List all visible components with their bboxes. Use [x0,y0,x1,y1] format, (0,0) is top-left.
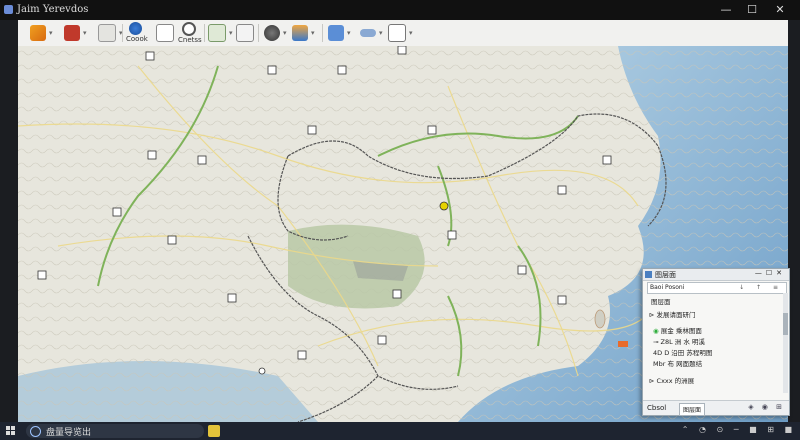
expand-button[interactable]: ▾ [98,22,123,44]
taskbar-search[interactable]: 盘量导览出 [26,424,204,438]
grid-icon [328,25,344,41]
expand-arrow-icon: ⊳ [649,377,655,385]
list-item-prefix: 4D [653,349,663,357]
upload-button[interactable]: ▾ [292,22,315,44]
options-icon [388,24,406,42]
layers-icon [64,25,80,41]
list-item-label: 发展请面研门 [656,311,696,319]
title-bar: Jaim Yerevdos — ☐ ✕ [0,0,800,20]
chevron-down-icon: ▾ [379,29,383,37]
upload-icon [292,25,308,41]
chevron-down-icon: ▾ [83,29,87,37]
list-item-label: Z8L 洲 水 明溪 [660,338,705,346]
play-button[interactable]: ▾ [208,22,233,44]
link-button[interactable]: ▾ [360,22,383,44]
list-item[interactable]: ⊸ Z8L 洲 水 明溪 [653,336,705,346]
globe-button[interactable]: Coook [126,22,148,44]
taskbar-search-text: 盘量导览出 [46,428,92,438]
green-marker-icon: ◉ [653,327,659,335]
layers-button[interactable]: ▾ [64,22,87,44]
list-item[interactable]: ◉ 展金 乘林图面 [653,325,702,335]
toolbar-separator [204,24,205,42]
panel-search-actions[interactable]: ↓ ↑ ≡ [739,284,783,291]
panel-search-value: Baoi Posoni [650,284,685,291]
settings-button[interactable]: Cnetss [178,22,202,44]
app-icon [4,5,13,14]
pencil-tool-button[interactable]: ▾ [30,22,53,44]
list-item[interactable]: 4D D 沿田 苏程明图 [653,347,712,357]
options-button[interactable]: ▾ [388,22,413,44]
search-icon [30,426,41,437]
left-edge [0,20,18,422]
chevron-down-icon: ▾ [311,29,315,37]
panel-footer: Cbsol 图层面 ◈ ◉ ⊞ [643,400,789,416]
pinned-app-icon[interactable] [208,425,220,437]
list-item-prefix: ⊸ [653,338,659,346]
needle-button[interactable] [236,22,256,44]
toolbar-separator [322,24,323,42]
panel-section-title: 图层面 [651,298,671,306]
window-title: Jaim Yerevdos [17,4,89,15]
pencil-icon [30,25,46,41]
globe-icon [129,22,143,35]
toolbar-separator [122,24,123,42]
settings-button-label: Cnetss [178,36,202,44]
chevron-down-icon: ▾ [283,29,287,37]
compass-button[interactable]: ▾ [264,22,287,44]
needle-icon [236,24,254,42]
list-item[interactable]: ⊳ Cxxx 的洲展 [649,375,694,385]
panel-header: 图层面 —☐✕ [643,269,789,281]
globe-button-label: Coook [126,35,148,43]
link-icon [360,29,376,37]
compass-icon [264,25,280,41]
panel-icon [645,271,652,278]
system-tray[interactable]: ⌃ ◔ ⊙ ─ ■ ⊞ ■ [682,425,796,434]
toolbar-separator [258,24,259,42]
panel-title: 图层面 [655,271,676,279]
grid-button[interactable]: ▾ [328,22,351,44]
chevron-down-icon: ▾ [229,29,233,37]
windows-start-icon[interactable] [6,426,16,436]
chevron-down-icon: ▾ [347,29,351,37]
expand-icon [98,24,116,42]
taskbar: 盘量导览出 ⌃ ◔ ⊙ ─ ■ ⊞ ■ [0,422,800,440]
maximize-button[interactable]: ☐ [742,2,762,18]
gear-icon [181,22,196,36]
footer-label: Cbsol [647,404,667,412]
list-item[interactable]: ⊳ 发展请面研门 [649,309,696,319]
list-item-label: Cxxx 的洲展 [656,377,695,385]
list-item-label: 展金 乘林图面 [660,327,702,335]
chart-icon [156,24,174,42]
footer-icons[interactable]: ◈ ◉ ⊞ [748,403,785,411]
main-toolbar: ▾ ▾ ▾ Coook Cnetss ▾ ▾ ▾ ▾ ▾ ▾ [18,20,788,47]
layers-panel: 图层面 —☐✕ Baoi Posoni ↓ ↑ ≡ 图层面 ⊳ 发展请面研门 ◉… [642,268,790,416]
list-item[interactable]: Mbr 布 网面题结 [653,358,702,368]
chevron-down-icon: ▾ [49,29,53,37]
minimize-button[interactable]: — [716,2,736,18]
footer-button[interactable]: 图层面 [679,403,706,416]
chart-button[interactable] [156,22,176,44]
panel-search-field[interactable]: Baoi Posoni ↓ ↑ ≡ [647,282,787,294]
scrollbar-thumb[interactable] [783,313,788,335]
list-item-prefix: Mbr [653,360,666,368]
panel-scrollbar[interactable] [783,293,788,393]
expand-arrow-icon: ⊳ [649,311,655,319]
list-item-label: 布 网面题结 [667,360,703,368]
play-icon [208,24,226,42]
panel-window-buttons[interactable]: —☐✕ [755,269,786,277]
close-button[interactable]: ✕ [770,2,790,18]
list-item-label: D 沿田 苏程明图 [664,349,713,357]
chevron-down-icon: ▾ [409,29,413,37]
